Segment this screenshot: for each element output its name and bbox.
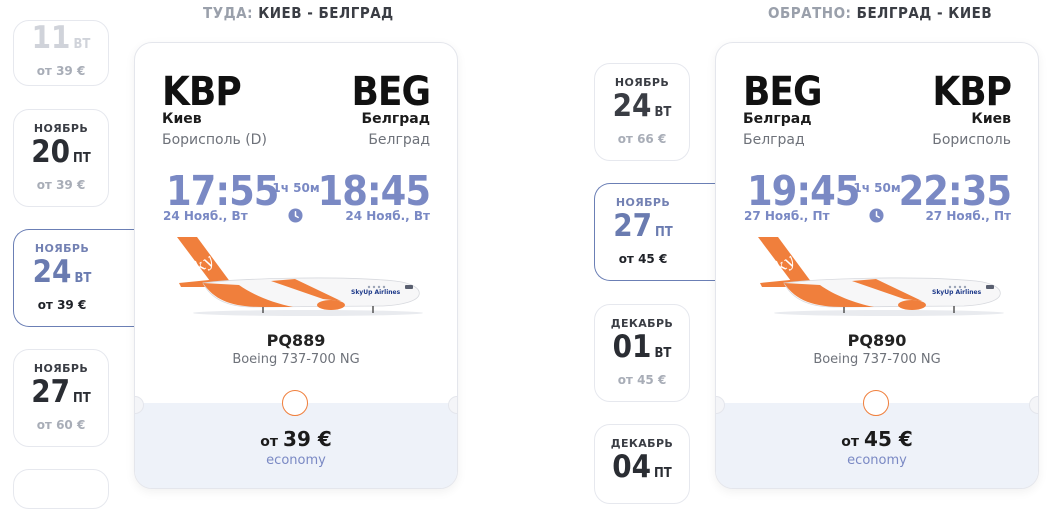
outbound-heading: ТУДА: КИЕВ - БЕЛГРАД [203, 4, 394, 22]
arrival-airport-name: Борисполь [932, 132, 1011, 148]
outbound-date-option-selected[interactable]: НОЯБРЬ 24 ВТ от 39 € [13, 229, 135, 327]
outbound-flight-card[interactable]: KBP BEG Киев Белград Борисполь (D) Белгр… [134, 42, 458, 489]
airplane-image: SkyUp Airlines SkyUp [177, 237, 423, 316]
date-day: 20 ПТ [31, 134, 91, 170]
arrival-airport-name: Белград [368, 132, 430, 148]
date-price: от 66 € [617, 132, 667, 146]
date-price: от 60 € [36, 418, 86, 432]
fare-class: economy [847, 453, 907, 468]
departure-city: Киев [162, 111, 202, 127]
flight-number: PQ890 [847, 331, 907, 350]
outbound-date-option[interactable] [13, 469, 109, 509]
date-day: 24 ВТ [612, 88, 672, 124]
fare-price: от 45 € [841, 427, 913, 451]
departure-date: 27 Нояб., Пт [744, 209, 830, 223]
outbound-date-option[interactable]: НОЯБРЬ 27 ПТ от 60 € [13, 349, 109, 447]
airline-fuselage-text: SkyUp Airlines [932, 289, 982, 296]
departure-airport-name: Белград [743, 132, 805, 148]
departure-airport-code: KBP [162, 69, 242, 115]
aircraft-type: Boeing 737-700 NG [813, 352, 941, 367]
date-day: 01 ВТ [612, 329, 672, 365]
return-date-option[interactable]: НОЯБРЬ 24 ВТ от 66 € [594, 63, 690, 161]
fare-class: economy [266, 453, 326, 468]
departure-city: Белград [743, 111, 812, 127]
airplane-image: SkyUp Airlines SkyUp [758, 237, 1004, 316]
outbound-heading-prefix: ТУДА: [203, 4, 253, 22]
departure-airport-name: Борисполь (D) [162, 132, 267, 148]
return-flight-card[interactable]: BEG KBP Белград Киев Белград Борисполь 1… [715, 42, 1039, 489]
arrival-date: 24 Нояб., Вт [345, 209, 430, 223]
outbound-date-option[interactable]: НОЯБРЬ 20 ПТ от 39 € [13, 109, 109, 207]
date-day: 04 ПТ [612, 449, 672, 485]
departure-date: 24 Нояб., Вт [163, 209, 248, 223]
date-price: от 45 € [618, 252, 668, 266]
date-price: от 39 € [37, 298, 87, 312]
date-day: 27 ПТ [31, 374, 91, 410]
date-day: 11 ВТ [31, 20, 91, 56]
arrival-airport-code: KBP [932, 69, 1012, 115]
arrival-city: Белград [361, 111, 430, 127]
flight-number: PQ889 [266, 331, 326, 350]
date-price: от 39 € [36, 64, 86, 78]
fare-price: от 39 € [260, 427, 332, 451]
arrival-date: 27 Нояб., Пт [925, 209, 1011, 223]
fare-radio-button[interactable] [282, 390, 308, 416]
return-heading: ОБРАТНО: БЕЛГРАД - КИЕВ [768, 4, 992, 22]
return-date-option-selected[interactable]: НОЯБРЬ 27 ПТ от 45 € [594, 183, 716, 281]
outbound-heading-route: КИЕВ - БЕЛГРАД [258, 4, 394, 22]
date-price: от 39 € [36, 178, 86, 192]
aircraft-type: Boeing 737-700 NG [232, 352, 360, 367]
arrival-airport-code: BEG [351, 69, 431, 115]
clock-icon [869, 208, 884, 223]
departure-airport-code: BEG [743, 69, 823, 115]
return-date-option[interactable]: ДЕКАБРЬ 04 ПТ [594, 424, 690, 504]
flight-duration: 1ч 50м [853, 181, 901, 195]
return-heading-route: БЕЛГРАД - КИЕВ [856, 4, 993, 22]
date-price: от 45 € [617, 373, 667, 387]
date-day: 27 ПТ [613, 208, 673, 244]
return-date-option[interactable]: ДЕКАБРЬ 01 ВТ от 45 € [594, 304, 690, 402]
fare-radio-button[interactable] [863, 390, 889, 416]
return-heading-prefix: ОБРАТНО: [768, 4, 852, 22]
date-day: 24 ВТ [32, 254, 92, 290]
arrival-city: Киев [971, 111, 1011, 127]
outbound-date-option[interactable]: 11 ВТ от 39 € [13, 20, 109, 86]
airline-fuselage-text: SkyUp Airlines [351, 289, 401, 296]
flight-duration: 1ч 50м [272, 181, 320, 195]
clock-icon [288, 208, 303, 223]
